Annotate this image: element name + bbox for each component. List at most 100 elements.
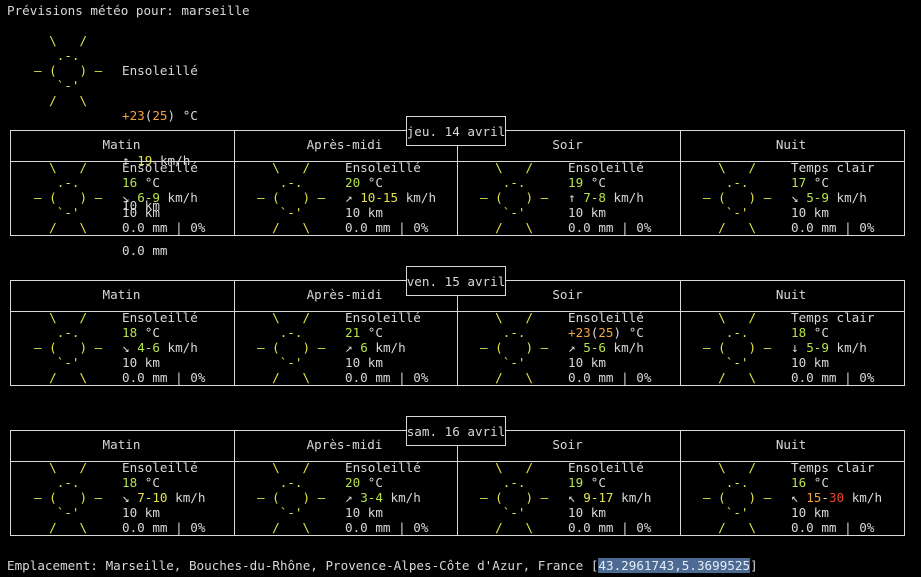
period-wind: ↗ 3-4 km/h (345, 490, 421, 505)
period-forecast: \ / .-. ― ( ) ― `-' / \ Temps clair 18 °C ↓… (679, 310, 903, 385)
period-precipitation: 0.0 mm | 0% (568, 520, 652, 535)
wind-arrow-icon: ↗ (568, 340, 576, 355)
wind-arrow-icon: ↗ (345, 340, 353, 355)
period-condition: Ensoleillé (345, 310, 421, 325)
period-header: Après-midi (306, 287, 383, 302)
period-forecast: \ / .-. ― ( ) ― `-' / \ Ensoleillé 20 °C ↗ … (233, 160, 456, 235)
coordinates-selection[interactable]: 43.2961743,5.3699525 (598, 558, 751, 573)
period-visibility: 10 km (568, 205, 606, 220)
period-conditions: Ensoleillé 18 °C ↘ 4-6 km/h 10 km 0.0 mm | 0… (122, 310, 205, 385)
period-header: Après-midi (306, 137, 383, 152)
sun-icon: \ / .-. ― ( ) ― `-' / \ (257, 310, 326, 385)
period-precipitation: 0.0 mm | 0% (345, 220, 429, 235)
period-temperature: 19 °C (568, 175, 606, 190)
wind-arrow-icon: ↘ (122, 190, 130, 205)
period-wind: ↗ 10-15 km/h (345, 190, 437, 205)
period-header: Nuit (775, 137, 807, 152)
sun-icon: \ / .-. ― ( ) ― `-' / \ (34, 460, 103, 535)
sun-icon: \ / .-. ― ( ) ― `-' / \ (34, 160, 103, 235)
period-condition: Ensoleillé (345, 460, 421, 475)
period-visibility: 10 km (791, 355, 829, 370)
period-temperature: 17 °C (791, 175, 829, 190)
period-precipitation: 0.0 mm | 0% (122, 520, 206, 535)
period-visibility: 10 km (791, 505, 829, 520)
wind-arrow-icon: ↗ (345, 190, 353, 205)
period-visibility: 10 km (345, 205, 383, 220)
terminal-window: Prévisions météo pour: marseille \ / .-.… (0, 0, 921, 577)
period-precipitation: 0.0 mm | 0% (791, 520, 875, 535)
period-temperature: 18 °C (791, 325, 829, 340)
period-precipitation: 0.0 mm | 0% (122, 370, 206, 385)
wind-arrow-icon: ↘ (122, 340, 130, 355)
day-forecast: ven. 15 avril Matin \ / .-. ― ( ) ― `-' /… (10, 266, 905, 386)
period-precipitation: 0.0 mm | 0% (791, 220, 875, 235)
sun-icon: \ / .-. ― ( ) ― `-' / \ (703, 160, 772, 235)
sun-icon: \ / .-. ― ( ) ― `-' / \ (480, 160, 549, 235)
sun-icon: \ / .-. ― ( ) ― `-' / \ (257, 160, 326, 235)
period-temperature: 20 °C (345, 475, 383, 490)
period-header: Après-midi (306, 437, 383, 452)
wind-arrow-icon: ↓ (791, 340, 799, 355)
period-temperature: 20 °C (345, 175, 383, 190)
period-forecast: \ / .-. ― ( ) ― `-' / \ Ensoleillé 21 °C ↗ … (233, 310, 456, 385)
period-wind: ↖ 9-17 km/h (568, 490, 652, 505)
period-forecast: \ / .-. ― ( ) ― `-' / \ Ensoleillé 18 °C ↘ … (10, 310, 233, 385)
period-visibility: 10 km (791, 205, 829, 220)
period-header: Soir (552, 287, 583, 302)
period-precipitation: 0.0 mm | 0% (568, 220, 652, 235)
sun-icon: \ / .-. ― ( ) ― `-' / \ (257, 460, 326, 535)
period-condition: Ensoleillé (345, 160, 421, 175)
period-conditions: Ensoleillé 18 °C ↘ 7-10 km/h 10 km 0.0 mm | … (122, 460, 205, 535)
period-conditions: Ensoleillé 20 °C ↗ 10-15 km/h 10 km 0.0 mm |… (345, 160, 436, 235)
period-precipitation: 0.0 mm | 0% (122, 220, 206, 235)
period-conditions: Ensoleillé 19 °C ↖ 9-17 km/h 10 km 0.0 mm | … (568, 460, 651, 535)
sun-icon: \ / .-. ― ( ) ― `-' / \ (703, 460, 772, 535)
period-wind: ↘ 4-6 km/h (122, 340, 198, 355)
current-precipitation: 0.0 mm (122, 243, 168, 258)
period-forecast: \ / .-. ― ( ) ― `-' / \ Ensoleillé 16 °C ↘ … (10, 160, 233, 235)
period-conditions: Ensoleillé 19 °C ↑ 7-8 km/h 10 km 0.0 mm | 0… (568, 160, 651, 235)
period-condition: Ensoleillé (122, 160, 198, 175)
period-conditions: Ensoleillé 21 °C ↗ 6 km/h 10 km 0.0 mm | 0% (345, 310, 428, 385)
period-wind: ↘ 5-9 km/h (791, 190, 867, 205)
period-condition: Temps clair (791, 310, 875, 325)
wind-arrow-icon: ↖ (568, 490, 576, 505)
wind-arrow-icon: ↖ (791, 490, 799, 505)
period-visibility: 10 km (568, 355, 606, 370)
period-forecast: \ / .-. ― ( ) ― `-' / \ Ensoleillé +23(25)… (456, 310, 679, 385)
period-temperature: +23(25) °C (568, 325, 644, 340)
period-condition: Ensoleillé (568, 460, 644, 475)
period-forecast: \ / .-. ― ( ) ― `-' / \ Ensoleillé 19 °C ↖ … (456, 460, 679, 535)
wind-arrow-icon: ↑ (568, 190, 576, 205)
period-condition: Temps clair (791, 160, 875, 175)
period-header: Nuit (775, 287, 807, 302)
period-header: Nuit (775, 437, 807, 452)
sun-icon: \ / .-. ― ( ) ― `-' / \ (480, 310, 549, 385)
period-precipitation: 0.0 mm | 0% (345, 370, 429, 385)
period-forecast: \ / .-. ― ( ) ― `-' / \ Ensoleillé 19 °C ↑ … (456, 160, 679, 235)
period-conditions: Temps clair 18 °C ↓ 5-9 km/h 10 km 0.0 mm | … (791, 310, 874, 385)
day-forecast: jeu. 14 avril Matin \ / .-. ― ( ) ― `-' /… (10, 116, 905, 236)
period-temperature: 16 °C (791, 475, 829, 490)
period-wind: ↗ 5-6 km/h (568, 340, 644, 355)
period-visibility: 10 km (345, 355, 383, 370)
period-temperature: 16 °C (122, 175, 160, 190)
period-precipitation: 0.0 mm | 0% (345, 520, 429, 535)
sun-icon: \ / .-. ― ( ) ― `-' / \ (703, 310, 772, 385)
sun-icon: \ / .-. ― ( ) ― `-' / \ (480, 460, 549, 535)
sun-icon: \ / .-. ― ( ) ― `-' / \ (34, 310, 103, 385)
period-condition: Ensoleillé (122, 460, 198, 475)
location-footer: Emplacement: Marseille, Bouches-du-Rhône… (7, 558, 758, 573)
period-wind: ↗ 6 km/h (345, 340, 406, 355)
current-condition: Ensoleillé (122, 63, 198, 78)
period-precipitation: 0.0 mm | 0% (568, 370, 652, 385)
period-precipitation: 0.0 mm | 0% (791, 370, 875, 385)
period-visibility: 10 km (122, 205, 160, 220)
period-forecast: \ / .-. ― ( ) ― `-' / \ Ensoleillé 20 °C ↗ … (233, 460, 456, 535)
wind-arrow-icon: ↘ (791, 190, 799, 205)
wind-arrow-icon: ↗ (345, 490, 353, 505)
period-header: Matin (102, 137, 141, 152)
period-condition: Temps clair (791, 460, 875, 475)
period-visibility: 10 km (122, 505, 160, 520)
period-temperature: 18 °C (122, 475, 160, 490)
